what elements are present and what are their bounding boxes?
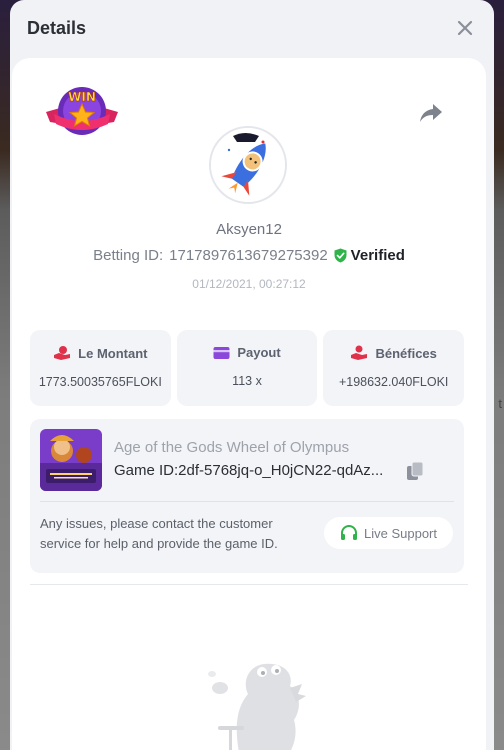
stat-profit: Bénéfices +198632.040FLOKI [323,330,465,406]
section-divider [30,584,468,585]
game-divider [40,501,454,502]
stat-amount-label: Le Montant [78,345,148,361]
coins-hand-icon [54,346,71,360]
betting-id-label: Betting ID: [93,247,164,264]
rocket-dog-avatar-icon [211,128,285,202]
stat-payout-value: 113 x [232,374,262,388]
copy-icon [407,461,424,480]
stats-row: Le Montant 1773.50035765FLOKI Payout 113… [30,330,465,406]
stat-amount-value: 1773.50035765FLOKI [38,375,162,389]
stat-payout: Payout 113 x [176,330,318,406]
close-icon [457,20,473,36]
verified-status: Verified [334,247,405,264]
stat-amount: Le Montant 1773.50035765FLOKI [30,330,171,406]
support-message: Any issues, please contact the customer … [40,516,278,551]
stat-profit-label: Bénéfices [375,345,437,361]
verified-label: Verified [350,247,405,264]
avatar [209,126,287,204]
game-art-icon [40,429,102,491]
details-modal: Details WIN Aksyen12 Betting ID: 1717897… [10,0,494,750]
modal-title: Details [27,17,87,38]
share-arrow-icon [420,104,442,122]
betting-id-row: Betting ID: 1717897613679275392 Verified [12,247,486,264]
win-badge-icon: WIN [46,87,118,135]
stat-profit-value: +198632.040FLOKI [338,375,449,389]
stat-profit-header: Bénéfices [350,345,437,361]
live-support-button[interactable]: Live Support [324,517,453,549]
game-name: Age of the Gods Wheel of Olympus [114,439,350,456]
shield-check-icon [334,248,347,263]
stat-amount-header: Le Montant [53,345,148,361]
bet-timestamp: 01/12/2021, 00:27:12 [192,277,306,291]
live-support-label: Live Support [364,525,437,541]
stat-payout-header: Payout [213,345,281,360]
close-button[interactable] [454,17,476,39]
win-badge-text: WIN [68,90,96,104]
game-id: Game ID:2df-5768jq-o_H0jCN22-qdAz... [114,462,384,479]
bet-detail-card: WIN Aksyen12 Betting ID: 171789761367927… [12,58,486,750]
username: Aksyen12 [216,221,282,238]
game-info-box: Age of the Gods Wheel of Olympus Game ID… [30,419,464,573]
headset-icon [341,525,357,540]
betting-id-value: 1717897613679275392 [169,247,328,264]
share-button[interactable] [418,102,444,124]
profit-hand-icon [351,345,368,360]
modal-header: Details [10,0,494,56]
dinosaur-mascot-icon [208,663,306,750]
copy-game-id-button[interactable] [406,461,424,481]
game-thumbnail[interactable] [40,429,102,491]
stat-payout-label: Payout [237,345,281,360]
backdrop-text: t [498,396,502,411]
card-icon [213,346,230,359]
